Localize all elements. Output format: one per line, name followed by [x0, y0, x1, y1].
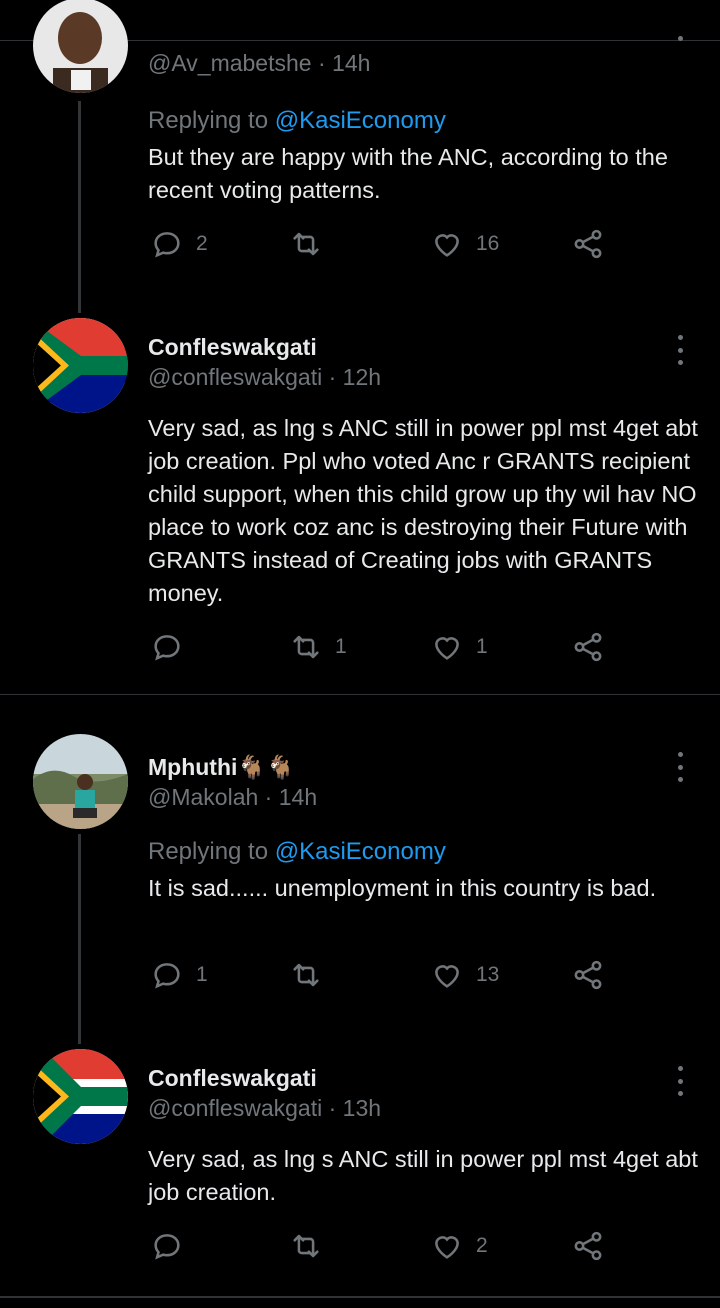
- more-options-icon[interactable]: [671, 752, 689, 782]
- like-button[interactable]: 13: [430, 958, 499, 992]
- share-icon: [574, 960, 602, 990]
- avatar-confleswakgati[interactable]: [33, 1049, 128, 1144]
- reply-icon: [154, 1234, 180, 1260]
- conversation-divider: [0, 694, 720, 695]
- more-options-icon[interactable]: [671, 1066, 689, 1096]
- tweet4-text: Very sad, as lng s ANC still in power pp…: [148, 1146, 698, 1205]
- reply-icon: [154, 232, 180, 258]
- like-count: 2: [476, 1234, 488, 1257]
- avatar-confleswakgati[interactable]: [33, 318, 128, 413]
- reply-icon: [154, 635, 180, 661]
- share-icon: [574, 1231, 602, 1261]
- separator: ·: [322, 1095, 343, 1121]
- heart-icon: [435, 965, 459, 988]
- thread-line: [78, 834, 81, 1044]
- heart-icon: [435, 637, 459, 660]
- tweet4-handle-line: @confleswakgati · 13h: [148, 1095, 381, 1122]
- tweet1-handle-line: @Av_mabetshe · 14h: [148, 50, 370, 77]
- more-options-icon[interactable]: [671, 335, 689, 365]
- avatar-av-mabetshe[interactable]: [33, 0, 128, 93]
- retweet-button[interactable]: [289, 227, 335, 261]
- retweet-icon: [293, 232, 319, 256]
- retweet-count: 1: [335, 635, 347, 658]
- reply-button[interactable]: 2: [150, 227, 208, 261]
- tweet3-text: It is sad...... unemployment in this cou…: [148, 875, 657, 901]
- tweet3-replying-to: Replying to @KasiEconomy: [148, 838, 446, 866]
- like-button[interactable]: 1: [430, 630, 488, 664]
- reply-button[interactable]: 1: [150, 958, 208, 992]
- tweet1-handle[interactable]: @Av_mabetshe: [148, 50, 312, 76]
- tweet2-handle-line: @confleswakgati · 12h: [148, 364, 381, 391]
- mention-link[interactable]: @KasiEconomy: [275, 107, 446, 134]
- tweet3-time[interactable]: 14h: [279, 784, 317, 810]
- heart-icon: [435, 234, 459, 257]
- tweet2-display-name[interactable]: Confleswakgati: [148, 334, 317, 361]
- reply-button[interactable]: [150, 630, 196, 664]
- like-button[interactable]: 16: [430, 227, 499, 261]
- tweet4-handle[interactable]: @confleswakgati: [148, 1095, 322, 1121]
- tweet1-time[interactable]: 14h: [332, 50, 370, 76]
- tweet1-text: But they are happy with the ANC, accordi…: [148, 144, 668, 203]
- reply-icon: [154, 963, 180, 989]
- replying-label: Replying to: [148, 107, 269, 134]
- retweet-button[interactable]: 1: [289, 630, 347, 664]
- replying-label: Replying to: [148, 838, 269, 865]
- bottom-divider: [0, 1296, 720, 1298]
- mention-link[interactable]: @KasiEconomy: [275, 838, 446, 865]
- separator: ·: [322, 364, 343, 390]
- retweet-button[interactable]: [289, 958, 335, 992]
- share-icon: [574, 632, 602, 662]
- more-options-icon[interactable]: [671, 36, 689, 46]
- reply-button[interactable]: [150, 1229, 196, 1263]
- south-africa-flag-icon: [33, 1049, 128, 1144]
- tweet4-time[interactable]: 13h: [343, 1095, 381, 1121]
- tweet1-replying-to: Replying to @KasiEconomy: [148, 107, 446, 135]
- thread-line: [78, 101, 81, 313]
- share-icon: [574, 229, 602, 259]
- reply-count: 2: [196, 232, 208, 255]
- tweet2-time[interactable]: 12h: [343, 364, 381, 390]
- tweet4-display-name[interactable]: Confleswakgati: [148, 1065, 317, 1092]
- like-button[interactable]: 2: [430, 1229, 488, 1263]
- retweet-icon: [293, 963, 319, 987]
- south-africa-flag-icon: [33, 318, 128, 413]
- retweet-button[interactable]: [289, 1229, 335, 1263]
- separator: ·: [311, 50, 333, 76]
- separator: ·: [258, 784, 279, 810]
- retweet-icon: [293, 1234, 319, 1258]
- retweet-icon: [293, 635, 319, 659]
- tweet2-text: Very sad, as lng s ANC still in power pp…: [148, 415, 698, 606]
- heart-icon: [435, 1236, 459, 1259]
- like-count: 16: [476, 232, 500, 255]
- tweet2-handle[interactable]: @confleswakgati: [148, 364, 322, 390]
- share-button[interactable]: [571, 630, 605, 664]
- share-button[interactable]: [571, 227, 605, 261]
- tweet3-display-name[interactable]: Mphuthi🐐🐐: [148, 754, 295, 781]
- like-count: 1: [476, 635, 488, 658]
- reply-count: 1: [196, 963, 208, 986]
- tweet3-handle[interactable]: @Makolah: [148, 784, 258, 810]
- tweet3-handle-line: @Makolah · 14h: [148, 784, 317, 811]
- share-button[interactable]: [571, 1229, 605, 1263]
- share-button[interactable]: [571, 958, 605, 992]
- avatar-makolah[interactable]: [33, 734, 128, 829]
- like-count: 13: [476, 963, 500, 986]
